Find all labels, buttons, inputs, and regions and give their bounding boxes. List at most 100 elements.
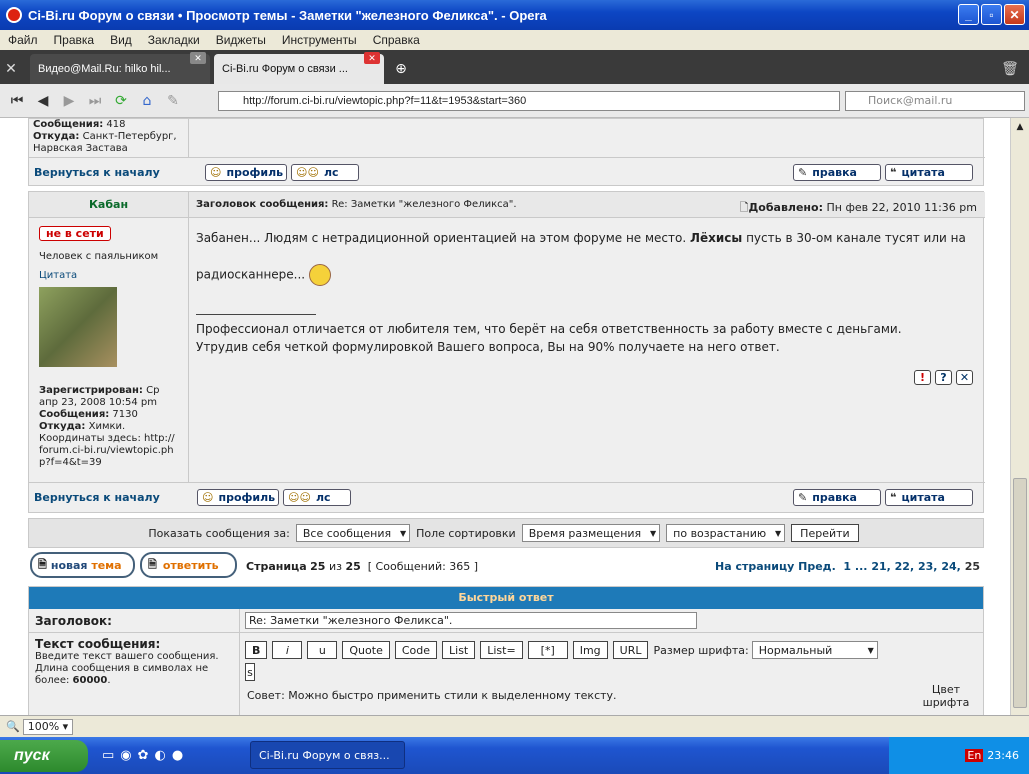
order-select[interactable]: по возрастанию xyxy=(666,524,786,542)
messages-label: Сообщения: xyxy=(33,119,104,130)
list-item-button[interactable]: [*] xyxy=(527,641,568,659)
strike-button[interactable]: s xyxy=(245,663,255,681)
go-button[interactable]: Перейти xyxy=(791,524,859,542)
pencil-icon: ✎ xyxy=(798,491,808,504)
scrollbar[interactable]: ▲ xyxy=(1010,118,1029,715)
fontsize-select[interactable]: Нормальный xyxy=(751,641,878,659)
menu-tools[interactable]: Инструменты xyxy=(274,33,365,47)
pm-button[interactable]: ☺☺ лс xyxy=(291,164,359,181)
trash-icon[interactable]: 🗑 xyxy=(999,54,1021,84)
user-icon: ☺ xyxy=(202,491,214,504)
edit-label: правка xyxy=(812,491,857,504)
profile-button[interactable]: ☺ профиль xyxy=(197,489,279,506)
minimize-button[interactable]: _ xyxy=(958,4,979,25)
task-label: Ci-Bi.ru Форум о связ... xyxy=(259,748,390,762)
list-button[interactable]: List xyxy=(442,641,476,659)
menu-bar: Файл Правка Вид Закладки Виджеты Инструм… xyxy=(0,30,1029,50)
back-to-top-link[interactable]: Вернуться к началу xyxy=(34,166,160,179)
url-field[interactable]: http://forum.ci-bi.ru/viewtopic.php?f=11… xyxy=(218,91,840,111)
pm-button[interactable]: ☺☺ лс xyxy=(283,489,351,506)
scroll-up-icon[interactable]: ▲ xyxy=(1011,118,1029,136)
bold-button[interactable]: B xyxy=(245,641,268,659)
reload-icon[interactable]: ⟳ xyxy=(110,91,132,111)
underline-button[interactable]: u xyxy=(307,641,338,659)
search-input[interactable]: Поиск@mail.ru xyxy=(845,91,1025,111)
home-icon[interactable]: ⌂ xyxy=(136,91,158,111)
show-select[interactable]: Все сообщения xyxy=(295,524,411,542)
post-subject: Re: Заметки "железного Феликса". xyxy=(331,199,517,210)
menu-file[interactable]: Файл xyxy=(0,33,46,47)
sort-select[interactable]: Время размещения xyxy=(521,524,661,542)
maximize-button[interactable]: ▫ xyxy=(981,4,1002,25)
users-icon: ☺☺ xyxy=(296,166,319,179)
title-bar: Ci-Bi.ru Форум о связи • Просмотр темы -… xyxy=(0,0,1029,30)
quicklaunch-icon[interactable]: ✿ xyxy=(138,748,149,763)
page-link-23[interactable]: 23, xyxy=(918,560,938,573)
new-tab-icon[interactable]: ⊕ xyxy=(390,54,412,84)
close-button[interactable]: ✕ xyxy=(1004,4,1025,25)
page-link-21[interactable]: 21, xyxy=(871,560,891,573)
scroll-thumb[interactable] xyxy=(1013,478,1027,708)
quote-link[interactable]: Цитата xyxy=(39,270,178,281)
quote-button[interactable]: ❝ цитата xyxy=(885,164,973,181)
menu-edit[interactable]: Правка xyxy=(46,33,103,47)
start-button[interactable]: пуск xyxy=(0,739,88,772)
subject-input[interactable]: Re: Заметки "железного Феликса". xyxy=(245,612,697,629)
messages-label: Сообщения: xyxy=(39,409,110,420)
quote-tag-button[interactable]: Quote xyxy=(342,641,390,659)
info-icon[interactable]: ? xyxy=(935,370,952,385)
prev-link[interactable]: Пред. xyxy=(798,560,836,573)
img-button[interactable]: Img xyxy=(572,641,608,659)
url-button[interactable]: URL xyxy=(612,641,649,659)
menu-widgets[interactable]: Виджеты xyxy=(208,33,274,47)
reply-button[interactable]: 🗎 ответить xyxy=(140,552,237,578)
taskbar-item-opera[interactable]: Ci-Bi.ru Форум о связ... xyxy=(250,741,405,769)
tab-video[interactable]: Видео@Mail.Ru: hilko hil... ✕ xyxy=(30,52,210,84)
page-link-1[interactable]: 1 xyxy=(843,560,851,573)
zoom-select[interactable]: 100% ▾ xyxy=(22,718,74,735)
registered-label: Зарегистрирован: xyxy=(39,385,143,396)
sort-bar: Показать сообщения за: Все сообщения Пол… xyxy=(28,518,984,548)
tab-close-icon[interactable]: ✕ xyxy=(364,52,380,64)
from-label: Откуда: xyxy=(39,421,86,432)
quicklaunch-icon[interactable]: ◉ xyxy=(120,748,131,763)
edit-button[interactable]: ✎ правка xyxy=(793,164,881,181)
zoom-value: 100% xyxy=(27,719,60,733)
code-button[interactable]: Code xyxy=(394,641,438,659)
tab-forum[interactable]: Ci-Bi.ru Форум о связи ... ✕ xyxy=(214,52,384,84)
quicklaunch-icon[interactable]: ● xyxy=(172,748,183,763)
taskbar: пуск ▭ ◉ ✿ ◐ ● Ci-Bi.ru Форум о связ... … xyxy=(0,737,1029,774)
quote-icon: ❝ xyxy=(890,491,897,504)
subject-label: Заголовок сообщения: xyxy=(196,199,329,210)
report-icon[interactable]: ! xyxy=(914,370,931,385)
edit-button[interactable]: ✎ правка xyxy=(793,489,881,506)
fast-forward-icon[interactable]: ⏭ xyxy=(84,91,106,111)
menu-help[interactable]: Справка xyxy=(365,33,428,47)
list-ordered-button[interactable]: List= xyxy=(480,641,523,659)
delete-icon[interactable]: ✕ xyxy=(956,370,973,385)
language-indicator[interactable]: En xyxy=(965,749,984,762)
italic-button[interactable]: i xyxy=(272,641,303,659)
forward-icon[interactable]: ▶ xyxy=(58,91,80,111)
tools-icon[interactable]: ✕ xyxy=(0,54,22,84)
page-link-22[interactable]: 22, xyxy=(895,560,915,573)
menu-bookmarks[interactable]: Закладки xyxy=(140,33,208,47)
quote-button[interactable]: ❝ цитата xyxy=(885,489,973,506)
rewind-icon[interactable]: ⏮ xyxy=(6,91,28,111)
page-info: Страница 25 из 25 [ Сообщений: 365 ] xyxy=(246,560,478,573)
back-to-top-link[interactable]: Вернуться к началу xyxy=(34,491,160,504)
new-topic-button[interactable]: 🗎 новая тема xyxy=(30,552,135,578)
page-link-24[interactable]: 24, xyxy=(941,560,961,573)
text-label: Текст сообщения: xyxy=(35,637,161,651)
menu-view[interactable]: Вид xyxy=(102,33,140,47)
quicklaunch-icon[interactable]: ▭ xyxy=(102,748,114,763)
pencil-icon: ✎ xyxy=(798,166,808,179)
post-author[interactable]: Кабан xyxy=(29,192,189,218)
tab-close-icon[interactable]: ✕ xyxy=(190,52,206,64)
quick-reply: Быстрый ответ Заголовок: Re: Заметки "же… xyxy=(28,586,984,715)
back-icon[interactable]: ◀ xyxy=(32,91,54,111)
quicklaunch-icon[interactable]: ◐ xyxy=(155,748,166,763)
edit-icon[interactable]: ✎ xyxy=(162,91,184,111)
post-icon: 🗋 xyxy=(739,201,749,214)
profile-button[interactable]: ☺ профиль xyxy=(205,164,287,181)
